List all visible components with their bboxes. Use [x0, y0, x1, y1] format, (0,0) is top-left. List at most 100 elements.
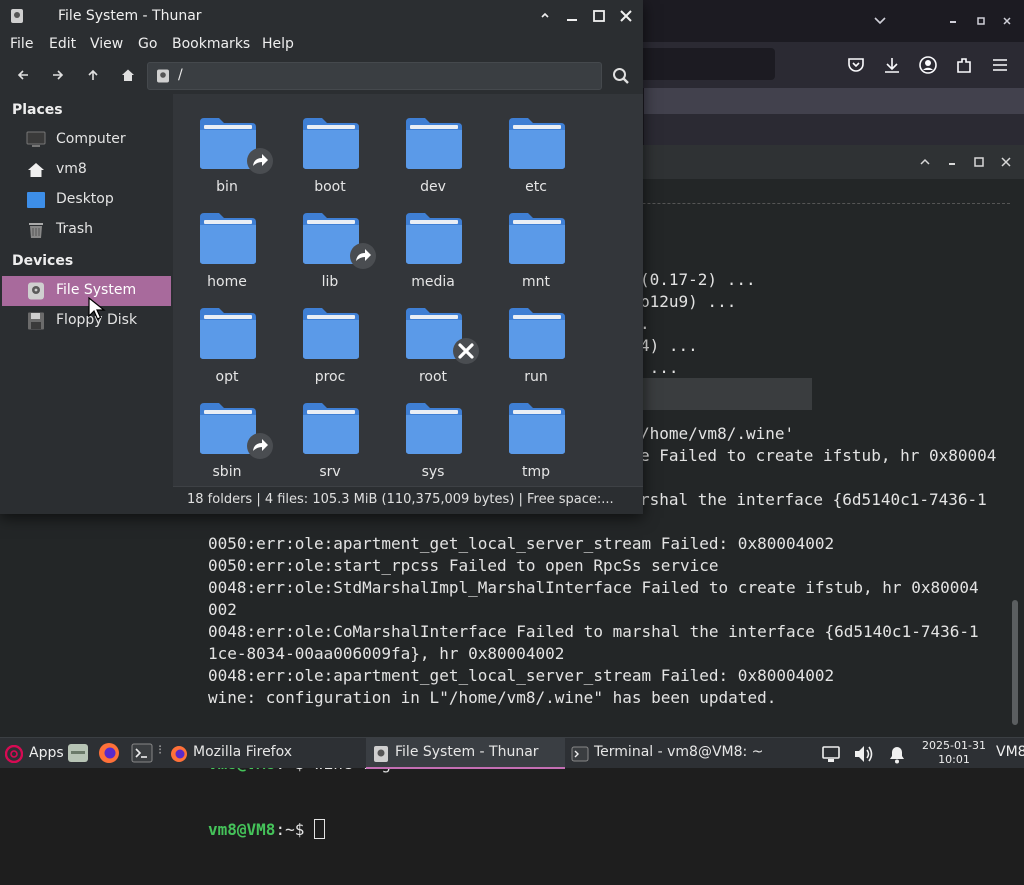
- menu-help[interactable]: Help: [262, 36, 294, 52]
- folder-name: proc: [314, 369, 346, 385]
- folder-icon: [200, 308, 256, 359]
- task-firefox[interactable]: Mozilla Firefox: [164, 738, 364, 769]
- folder-item-lib[interactable]: lib: [280, 197, 380, 292]
- location-bar[interactable]: /: [147, 62, 602, 90]
- folder-icon: [406, 213, 462, 264]
- folder-icon: [509, 308, 565, 359]
- folder-item-srv[interactable]: srv: [280, 387, 380, 482]
- menu-bar: File Edit View Go Bookmarks Help: [0, 32, 643, 58]
- sidebar-item-computer[interactable]: Computer: [2, 125, 171, 155]
- task-terminal[interactable]: Terminal - vm8@VM8: ~: [565, 738, 765, 769]
- terminal-prompt-line: vm8@VM8:~$: [208, 819, 1010, 841]
- folder-icon: [406, 118, 462, 169]
- launcher-separator: ⁝: [158, 743, 163, 758]
- prompt-user-host: vm8@VM8: [208, 820, 276, 839]
- clock[interactable]: 2025-01-31 10:01: [916, 739, 992, 767]
- task-thunar[interactable]: File System - Thunar: [366, 738, 565, 769]
- sidebar-item-file-system[interactable]: File System: [2, 276, 171, 306]
- maximize-icon[interactable]: [591, 8, 607, 24]
- folder-item-mnt[interactable]: mnt: [486, 197, 586, 292]
- terminal-line: 0048:err:ole:apartment_get_local_server_…: [208, 666, 835, 685]
- notification-bell-icon[interactable]: [886, 743, 908, 765]
- menu-icon[interactable]: [990, 55, 1010, 75]
- location-path: /: [178, 67, 183, 83]
- shade-icon[interactable]: [917, 154, 933, 170]
- folder-name: run: [524, 369, 548, 385]
- folder-item-opt[interactable]: opt: [177, 292, 277, 387]
- download-icon[interactable]: [882, 55, 902, 75]
- folder-item-etc[interactable]: etc: [486, 102, 586, 197]
- folder-item-bin[interactable]: bin: [177, 102, 277, 197]
- menu-go[interactable]: Go: [138, 36, 157, 52]
- symlink-emblem-icon: [247, 433, 273, 459]
- status-bar: 18 folders | 4 files: 105.3 MiB (110,375…: [173, 486, 643, 514]
- symlink-emblem-icon: [350, 243, 376, 269]
- folder-name: dev: [420, 179, 446, 195]
- sidebar: Places Computer vm8 Desktop Trash Device…: [0, 94, 173, 514]
- folder-item-home[interactable]: home: [177, 197, 277, 292]
- terminal-scrollbar[interactable]: [1012, 600, 1018, 725]
- sidebar-item-floppy-disk[interactable]: Floppy Disk: [2, 306, 171, 336]
- sidebar-item-desktop[interactable]: Desktop: [2, 185, 171, 215]
- minimize-icon[interactable]: [944, 13, 962, 29]
- network-icon[interactable]: [820, 743, 842, 765]
- volume-icon[interactable]: [853, 743, 875, 765]
- shade-icon[interactable]: [537, 8, 553, 24]
- folder-item-sys[interactable]: sys: [383, 387, 483, 482]
- folder-icon: [303, 118, 359, 169]
- maximize-icon[interactable]: [972, 13, 990, 29]
- folder-item-boot[interactable]: boot: [280, 102, 380, 197]
- thunar-titlebar[interactable]: File System - Thunar: [0, 0, 643, 32]
- sidebar-item-label: Computer: [56, 131, 126, 147]
- chevron-down-icon[interactable]: [871, 13, 889, 29]
- file-manager-launcher-icon[interactable]: [66, 742, 90, 764]
- trash-icon: [29, 223, 43, 238]
- folder-name: boot: [314, 179, 346, 195]
- menu-edit[interactable]: Edit: [49, 36, 76, 52]
- home-icon[interactable]: [121, 68, 135, 82]
- folder-name: root: [418, 369, 448, 385]
- minimize-icon[interactable]: [564, 8, 580, 24]
- devices-header: Devices: [12, 253, 74, 269]
- folder-name: bin: [216, 179, 238, 195]
- back-arrow-icon[interactable]: [16, 68, 30, 82]
- folder-item-root[interactable]: root: [383, 292, 483, 387]
- folder-item-media[interactable]: media: [383, 197, 483, 292]
- floppy-icon: [28, 312, 44, 330]
- menu-view[interactable]: View: [90, 36, 123, 52]
- menu-bookmarks[interactable]: Bookmarks: [172, 36, 250, 52]
- folder-item-dev[interactable]: dev: [383, 102, 483, 197]
- pocket-icon[interactable]: [846, 55, 866, 75]
- firefox-url-bar[interactable]: [640, 48, 775, 80]
- folder-item-proc[interactable]: proc: [280, 292, 380, 387]
- sidebar-item-trash[interactable]: Trash: [2, 215, 171, 245]
- extensions-icon[interactable]: [954, 55, 974, 75]
- folder-icon: [509, 403, 565, 454]
- close-icon[interactable]: [998, 13, 1016, 29]
- folder-name: sys: [421, 464, 445, 480]
- minimize-icon[interactable]: [944, 154, 960, 170]
- places-header: Places: [12, 102, 63, 118]
- terminal-launcher-icon[interactable]: [130, 742, 154, 764]
- folder-item-tmp[interactable]: tmp: [486, 387, 586, 482]
- account-icon[interactable]: [918, 55, 938, 75]
- terminal-line: 0050:err:ole:start_rpcss Failed to open …: [208, 556, 719, 575]
- search-icon[interactable]: [612, 67, 630, 85]
- firefox-launcher-icon[interactable]: [97, 742, 121, 764]
- menu-file[interactable]: File: [10, 36, 33, 52]
- taskbar: Apps ⁝ Mozilla Firefox File System - Thu…: [0, 737, 1024, 769]
- close-icon[interactable]: [618, 8, 634, 24]
- folder-name: lib: [321, 274, 339, 290]
- desktop-icon: [27, 192, 45, 208]
- close-icon[interactable]: [998, 154, 1014, 170]
- file-icon-view[interactable]: bin boot dev etc home lib media mnt opt proc root r…: [173, 94, 643, 486]
- terminal-line: 0048:err:ole:CoMarshalInterface Failed t…: [208, 622, 979, 641]
- folder-item-run[interactable]: run: [486, 292, 586, 387]
- forward-arrow-icon[interactable]: [51, 68, 65, 82]
- sidebar-item-vm8[interactable]: vm8: [2, 155, 171, 185]
- maximize-icon[interactable]: [971, 154, 987, 170]
- thunar-icon: [374, 746, 388, 762]
- up-arrow-icon[interactable]: [86, 68, 100, 82]
- folder-item-sbin[interactable]: sbin: [177, 387, 277, 482]
- apps-menu-button[interactable]: Apps: [2, 740, 66, 767]
